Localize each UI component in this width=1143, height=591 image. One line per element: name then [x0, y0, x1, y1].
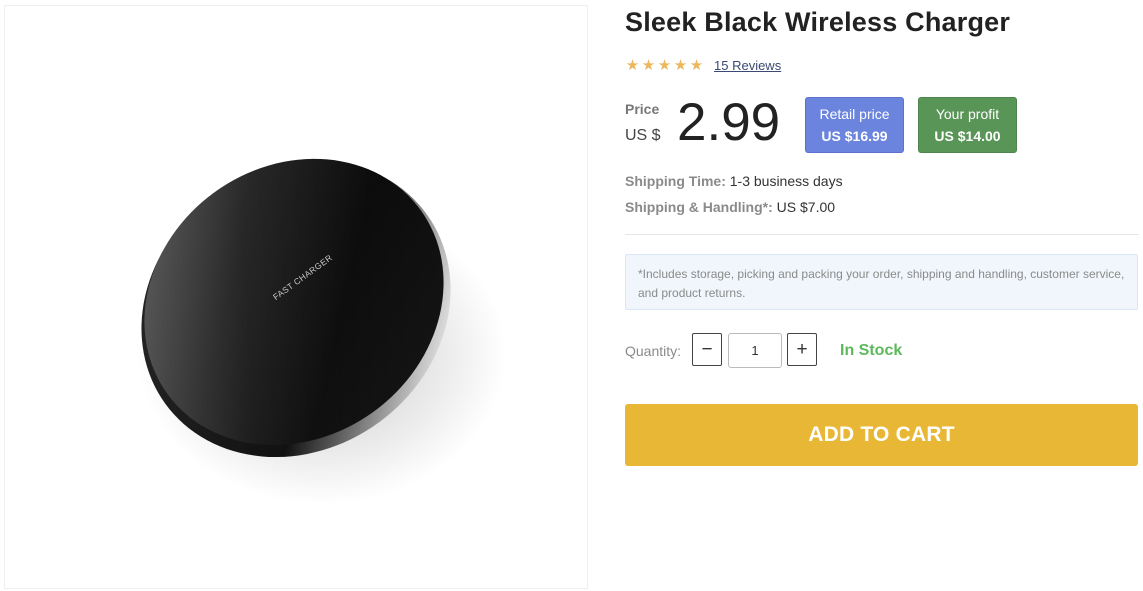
star-icon: ★ — [641, 57, 656, 74]
star-icon: ★ — [673, 57, 688, 74]
quantity-decrease-button[interactable]: − — [692, 333, 722, 366]
retail-price-label: Retail price — [819, 106, 890, 122]
price-label: Price — [625, 101, 660, 117]
retail-price-value: US $16.99 — [821, 128, 888, 144]
product-title: Sleek Black Wireless Charger — [625, 7, 1011, 37]
includes-note: *Includes storage, picking and packing y… — [625, 254, 1138, 310]
price-value: 2.99 — [677, 93, 781, 152]
quantity-increase-button[interactable]: + — [787, 333, 817, 366]
minus-icon: − — [701, 339, 713, 360]
shipping-time: Shipping Time: 1-3 business days — [625, 173, 843, 189]
divider — [625, 234, 1139, 235]
shipping-handling-value: US $7.00 — [776, 199, 836, 215]
star-icon: ★ — [657, 57, 672, 74]
profit-badge: Your profit US $14.00 — [918, 97, 1017, 153]
reviews-link[interactable]: 15 Reviews — [714, 58, 781, 73]
profit-value: US $14.00 — [934, 128, 1001, 144]
quantity-input[interactable] — [728, 333, 782, 368]
quantity-label: Quantity: — [625, 343, 682, 359]
add-to-cart-button[interactable]: ADD TO CART — [625, 404, 1138, 466]
rating-stars: ★ ★ ★ ★ ★ — [625, 58, 704, 73]
stock-status: In Stock — [840, 342, 903, 359]
shipping-handling-label: Shipping & Handling*: — [625, 199, 773, 215]
product-rating: ★ ★ ★ ★ ★ 15 Reviews — [625, 58, 781, 73]
shipping-time-value: 1-3 business days — [729, 173, 843, 189]
shipping-time-label: Shipping Time: — [625, 173, 726, 189]
retail-price-badge: Retail price US $16.99 — [805, 97, 904, 153]
shipping-handling: Shipping & Handling*: US $7.00 — [625, 199, 835, 215]
star-icon: ★ — [625, 57, 640, 74]
price-currency: US $ — [625, 127, 661, 144]
product-image-panel: FAST CHARGER — [4, 5, 588, 589]
profit-label: Your profit — [935, 106, 1000, 122]
star-icon: ★ — [689, 57, 704, 74]
plus-icon: + — [796, 339, 808, 360]
product-image — [137, 158, 507, 505]
